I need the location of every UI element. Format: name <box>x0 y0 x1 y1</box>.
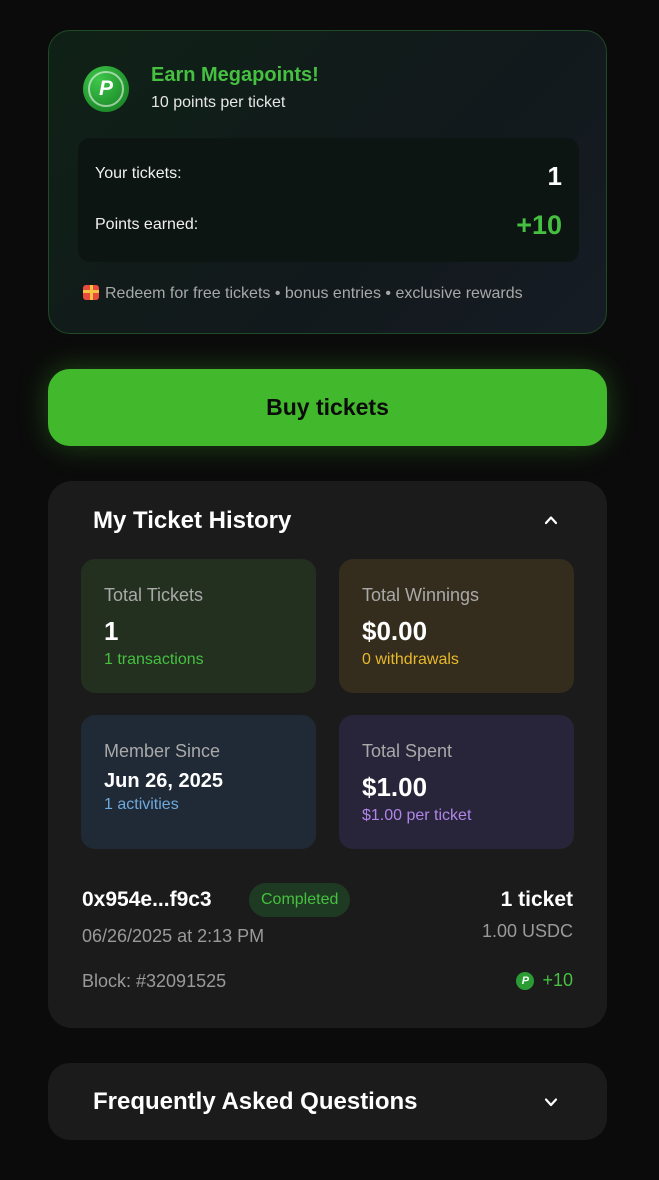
tile-value: $0.00 <box>362 616 428 646</box>
tile-label: Total Tickets <box>104 585 204 605</box>
megapoints-logo-icon: P <box>83 66 129 112</box>
points-earned-label: Points earned: <box>95 216 199 233</box>
megapoints-card: P Earn Megapoints! 10 points per ticket … <box>48 30 607 334</box>
tile-value: Jun 26, 2025 <box>104 770 223 792</box>
faq-accordion[interactable]: Frequently Asked Questions <box>48 1063 607 1140</box>
buy-tickets-button[interactable]: Buy tickets <box>48 369 607 446</box>
tile-label: Total Spent <box>362 741 453 761</box>
tile-sub: $1.00 per ticket <box>362 807 472 824</box>
status-badge: Completed <box>249 883 351 917</box>
earn-subtitle: 10 points per ticket <box>151 94 286 111</box>
points-earned-value: +10 <box>516 210 562 240</box>
transaction-block: Block: #32091525 <box>82 971 227 991</box>
chevron-up-icon[interactable] <box>544 513 558 527</box>
total-spent-tile: Total Spent $1.00 $1.00 per ticket <box>339 715 574 849</box>
megapoints-icon: P <box>516 971 535 990</box>
perks-line: Redeem for free tickets • bonus entries … <box>83 285 523 303</box>
tile-value: $1.00 <box>362 772 428 802</box>
faq-title: Frequently Asked Questions <box>93 1088 418 1115</box>
tile-sub: 1 activities <box>104 796 179 813</box>
total-tickets-tile: Total Tickets 1 1 transactions <box>81 559 316 693</box>
total-winnings-tile: Total Winnings $0.00 0 withdrawals <box>339 559 574 693</box>
transaction-date: 06/26/2025 at 2:13 PM <box>82 926 265 946</box>
logo-letter: P <box>88 71 124 107</box>
ticket-history-panel: My Ticket History Total Tickets 1 1 tran… <box>48 481 607 1028</box>
gift-icon <box>83 285 99 300</box>
transaction-hash[interactable]: 0x954e...f9c3 <box>82 888 212 912</box>
tile-sub: 0 withdrawals <box>362 651 459 668</box>
tickets-value: 1 <box>547 161 562 191</box>
transaction-amount: 1.00 USDC <box>481 921 573 941</box>
earn-title: Earn Megapoints! <box>151 64 319 86</box>
tile-sub: 1 transactions <box>104 651 204 668</box>
perks-text: Redeem for free tickets • bonus entries … <box>105 285 523 302</box>
tickets-label: Your tickets: <box>95 165 182 182</box>
tile-value: 1 <box>104 616 119 646</box>
points-summary: Your tickets: 1 Points earned: +10 <box>78 138 579 262</box>
member-since-tile: Member Since Jun 26, 2025 1 activities <box>81 715 316 849</box>
tile-label: Total Winnings <box>362 585 480 605</box>
chevron-down-icon[interactable] <box>544 1095 558 1109</box>
transaction-ticket-count: 1 ticket <box>500 888 573 911</box>
transaction-points: P +10 <box>516 970 573 991</box>
history-title: My Ticket History <box>93 507 292 534</box>
transaction-points-value: +10 <box>542 970 573 990</box>
tile-label: Member Since <box>104 741 221 761</box>
